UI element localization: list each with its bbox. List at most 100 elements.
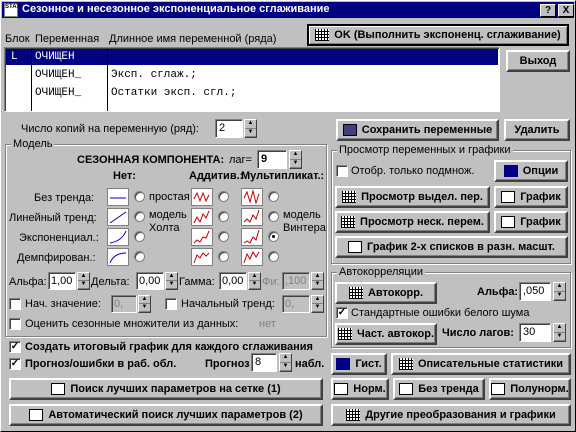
mult-damped-icon [241, 248, 263, 266]
col-long-header: Длинное имя переменной (ряда) [109, 33, 277, 45]
obs-label: набл. [295, 358, 325, 370]
variables-list[interactable]: L ОЧИЩЕН ОЧИЩЕН_ Эксп. сглаж.; ОЧИЩЕН_ О… [4, 47, 500, 112]
copies-label: Число копий на переменную (ряд): [21, 123, 199, 135]
only-subset-checkbox[interactable] [336, 165, 348, 177]
other-transforms-button[interactable]: Другие преобразования и графики [331, 404, 571, 426]
lag-spinner[interactable]: ▲ ▼ [289, 150, 302, 169]
delta-label: Дельта: [91, 276, 130, 288]
lags-input[interactable]: 30 [519, 323, 551, 342]
view-multiple-button[interactable]: Просмотр неск. перем. [335, 211, 490, 233]
init-trend-label: Начальный тренд: [181, 298, 275, 310]
phi-spinner: ▲ ▼ [311, 272, 324, 290]
col-block-header: Блок [5, 33, 30, 45]
help-button[interactable]: ? [540, 4, 556, 17]
radio-mult-damped[interactable] [268, 251, 279, 262]
gamma-spinner[interactable]: ▲ ▼ [248, 272, 261, 290]
add-linear-icon [191, 208, 213, 226]
autocorr-alpha-spinner[interactable]: ▲ ▼ [553, 282, 566, 301]
no-trend-button[interactable]: Без тренда [393, 378, 485, 400]
row3-var: ОЧИЩЕН_ [35, 87, 82, 99]
desc-stats-button[interactable]: Описательные статистики [391, 353, 571, 375]
radio-holt-damped[interactable] [134, 251, 145, 262]
title-bar: STAT Сезонное и несезонное экспоненциаль… [2, 2, 574, 18]
line-chart-icon [501, 191, 516, 203]
delete-button[interactable]: Удалить [504, 119, 570, 141]
init-trend-checkbox[interactable] [165, 298, 177, 310]
alpha-input[interactable]: 1,00 [48, 272, 76, 290]
save-variables-button[interactable]: Сохранить переменные [336, 119, 499, 141]
partial-autocorr-button[interactable]: Част. автокор. [335, 323, 437, 345]
no-trend-none-icon [107, 188, 129, 206]
lags-label: Число лагов: [442, 327, 514, 339]
close-button[interactable]: X [558, 4, 574, 17]
forecast-n-label: Прогноз [205, 358, 250, 370]
auto-search-button[interactable]: Автоматический поиск лучших параметров (… [9, 404, 323, 426]
mult-exp-icon [241, 228, 263, 246]
ok-button[interactable]: OK (Выполнить экспоненц. сглаживание) [307, 24, 569, 46]
gamma-label: Гамма: [179, 276, 215, 288]
chart-icon [51, 383, 66, 395]
autocorr-button[interactable]: Автокорр. [335, 282, 437, 304]
forecast-checkbox[interactable]: ✓ [9, 358, 21, 370]
view-group-title: Просмотр переменных и графики [337, 144, 513, 156]
halfnormal-plot-icon [491, 383, 506, 395]
forecast-n-input[interactable]: 8 [251, 353, 277, 372]
std-errors-checkbox[interactable]: ✓ [336, 307, 348, 319]
radio-mult-linear[interactable] [268, 211, 279, 222]
radio-mult-exp[interactable] [268, 231, 279, 242]
grid-search-button[interactable]: Поиск лучших параметров на сетке (1) [9, 378, 323, 400]
window-title: Сезонное и несезонное экспоненциальное с… [22, 3, 330, 15]
radio-holt-exp[interactable] [134, 231, 145, 242]
radio-simple[interactable] [134, 191, 145, 202]
table-icon [398, 358, 413, 370]
estimate-seasonal-checkbox[interactable] [9, 318, 21, 330]
radio-add-damped[interactable] [218, 251, 229, 262]
copies-spinner[interactable]: ▲ ▼ [244, 119, 257, 138]
delta-input[interactable]: 0,00 [136, 272, 164, 290]
view-selected-button[interactable]: Просмотр выдел. пер. [335, 186, 490, 208]
dialog-window: STAT Сезонное и несезонное экспоненциаль… [0, 0, 576, 432]
delta-spinner[interactable]: ▲ ▼ [165, 272, 178, 290]
init-value-checkbox[interactable] [9, 298, 21, 310]
init-value-spinner: ▲ ▼ [138, 295, 151, 313]
table-icon [315, 29, 330, 41]
graph-button-1[interactable]: График [494, 186, 568, 208]
std-errors-label: Стандартные ошибки белого шума [351, 307, 530, 319]
copies-input[interactable]: 2 [215, 119, 243, 138]
disk-icon [342, 124, 357, 136]
row-label-linear: Линейный тренд: [9, 212, 97, 224]
lag-input[interactable]: 9 [257, 150, 287, 169]
radio-holt-linear[interactable] [134, 211, 145, 222]
radio-add-linear[interactable] [218, 211, 229, 222]
halfnorm-button[interactable]: Полунорм. [489, 378, 571, 400]
init-trend-spinner: ▲ ▼ [311, 295, 324, 313]
exit-button[interactable]: Выход [506, 50, 570, 72]
autocorr-alpha-input[interactable]: ,050 [519, 282, 551, 301]
radio-add-no-trend[interactable] [218, 191, 229, 202]
gamma-input[interactable]: 0,00 [219, 272, 247, 290]
create-graph-label: Создать итоговый график для каждого сгла… [25, 341, 313, 353]
create-graph-checkbox[interactable]: ✓ [9, 341, 21, 353]
estimate-seasonal-label: Оценить сезонные множители из данных: [25, 318, 239, 330]
row-label-damped: Демпфирован.: [17, 252, 96, 264]
options-button[interactable]: Опции [494, 160, 568, 182]
histogram-icon [336, 358, 351, 370]
radio-mult-no-trend[interactable] [268, 191, 279, 202]
radio-add-exp[interactable] [218, 231, 229, 242]
holt-label: модель Холта [149, 209, 187, 234]
hist-button[interactable]: Гист. [331, 353, 387, 375]
forecast-n-spinner[interactable]: ▲ ▼ [279, 353, 292, 372]
row3-long: Остатки эксп. сгл.; [111, 87, 237, 99]
graph-two-lists-button[interactable]: График 2-х списков в разн. масшт. [335, 236, 568, 258]
alpha-spinner[interactable]: ▲ ▼ [77, 272, 90, 290]
table-icon [337, 328, 352, 340]
row1-block: L [11, 51, 18, 63]
selected-row-bg [6, 49, 498, 65]
lags-spinner[interactable]: ▲ ▼ [553, 323, 566, 342]
graph-button-2[interactable]: График [494, 211, 568, 233]
norm-button[interactable]: Норм. [331, 378, 389, 400]
col-mult-header: Мультипликат.: [241, 170, 325, 182]
row-label-exponential: Экспоненциал.: [19, 232, 99, 244]
alpha-label: Альфа: [9, 276, 47, 288]
row-label-no-trend: Без тренда: [34, 192, 95, 204]
